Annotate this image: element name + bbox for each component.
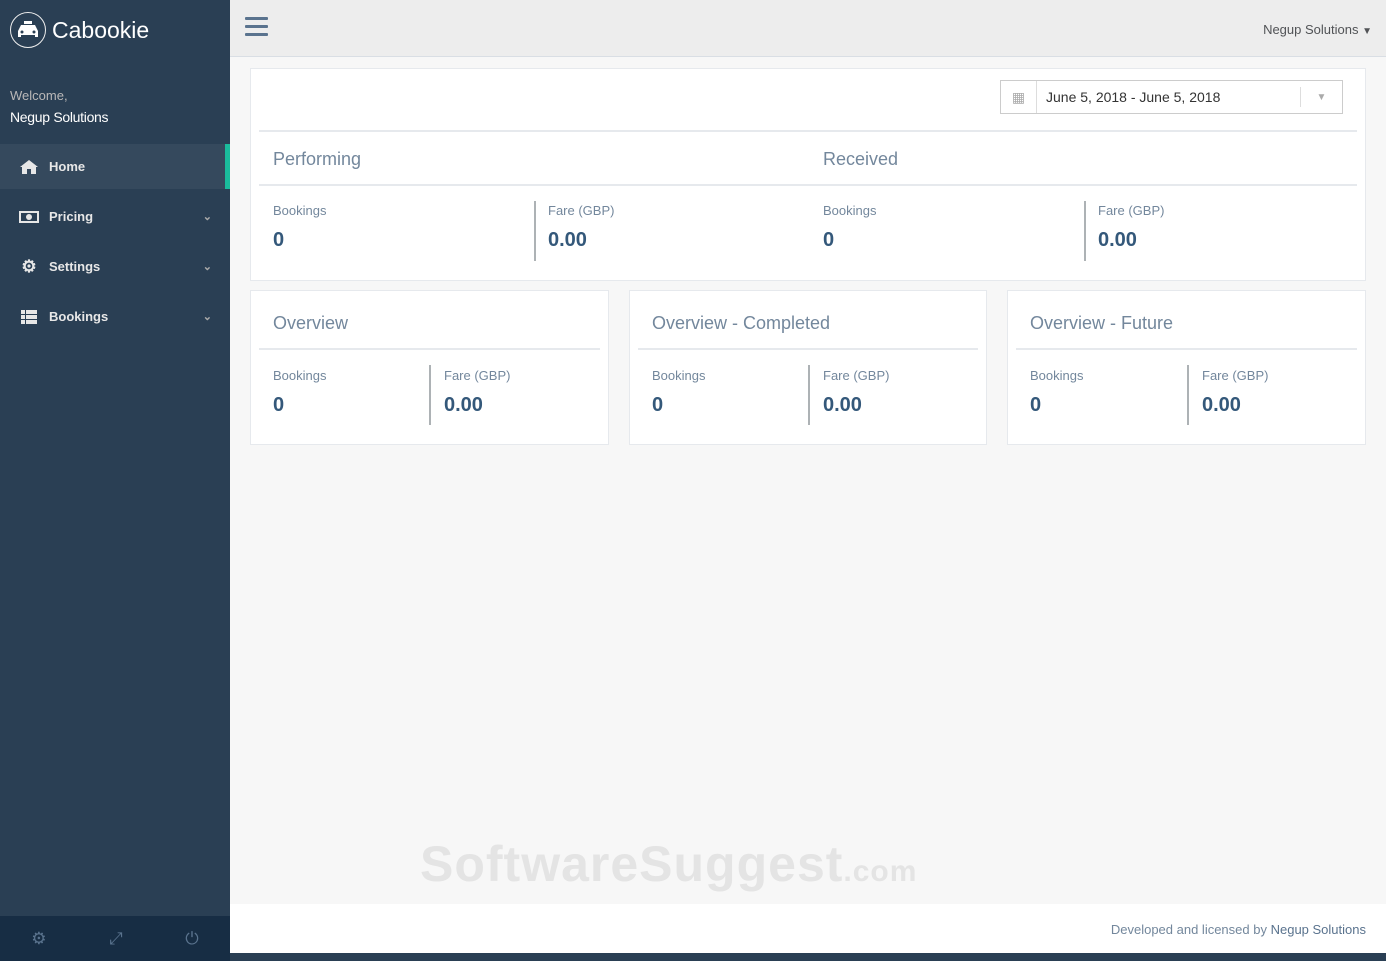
- sidebar-item-bookings[interactable]: Bookings ⌄: [0, 294, 230, 339]
- gear-icon: ⚙: [21, 256, 37, 276]
- home-icon: [19, 159, 39, 174]
- received-fare-value: 0.00: [1098, 229, 1137, 251]
- performing-fare-label: Fare (GBP): [548, 203, 615, 218]
- money-icon: [19, 210, 39, 223]
- bookings-value: 0: [1030, 394, 1042, 416]
- sidebar-item-home[interactable]: Home: [0, 144, 230, 189]
- performing-fare-value: 0.00: [548, 229, 587, 251]
- brand-logo[interactable]: Cabookie: [0, 0, 230, 60]
- user-menu-label: Negup Solutions: [1263, 22, 1359, 37]
- taxi-icon: [10, 12, 46, 48]
- overview-future-card: Overview - Future Bookings 0 Fare (GBP) …: [1007, 290, 1366, 445]
- bookings-label: Bookings: [652, 368, 706, 383]
- brand-name: Cabookie: [52, 16, 150, 43]
- performing-bookings-value: 0: [273, 229, 285, 251]
- bookings-value: 0: [273, 394, 285, 416]
- bookings-label: Bookings: [1030, 368, 1084, 383]
- welcome-label: Welcome,: [10, 88, 68, 103]
- caret-down-icon: ▼: [1300, 87, 1342, 107]
- settings-gear-icon[interactable]: ⚙: [31, 929, 46, 949]
- calendar-icon: ▦: [1001, 81, 1037, 113]
- received-bookings-value: 0: [823, 229, 835, 251]
- user-menu-dropdown[interactable]: Negup Solutions ▼: [1263, 22, 1372, 37]
- sidebar-item-label: Bookings: [49, 309, 109, 324]
- chevron-down-icon: ⌄: [202, 211, 212, 223]
- list-icon: [19, 309, 39, 324]
- bookings-label: Bookings: [273, 368, 327, 383]
- sidebar-item-label: Pricing: [49, 209, 94, 224]
- fare-value: 0.00: [444, 394, 483, 416]
- top-navbar: Negup Solutions ▼: [230, 0, 1386, 57]
- overview-completed-card: Overview - Completed Bookings 0 Fare (GB…: [629, 290, 987, 445]
- power-icon[interactable]: ⏻: [185, 929, 198, 949]
- footer-text: Developed and licensed by: [1110, 922, 1267, 937]
- page-footer: Developed and licensed by Negup Solution…: [230, 904, 1386, 953]
- card-title: Overview - Completed: [652, 313, 831, 333]
- date-range-value: June 5, 2018 - June 5, 2018: [1046, 89, 1221, 105]
- sidebar-item-label: Settings: [49, 259, 101, 274]
- received-fare-label: Fare (GBP): [1098, 203, 1165, 218]
- footer-company: Negup Solutions: [1270, 922, 1366, 937]
- card-title: Overview: [273, 313, 349, 333]
- performing-bookings-label: Bookings: [273, 203, 327, 218]
- received-bookings-label: Bookings: [823, 203, 877, 218]
- performing-title: Performing: [273, 149, 362, 169]
- sidebar-item-settings[interactable]: ⚙ Settings ⌄: [0, 244, 230, 289]
- chevron-down-icon: ▼: [1362, 26, 1372, 37]
- chevron-down-icon: ⌄: [202, 261, 212, 273]
- chevron-down-icon: ⌄: [202, 311, 212, 323]
- summary-panel: ▦ June 5, 2018 - June 5, 2018 ▼ Performi…: [250, 68, 1366, 281]
- fare-label: Fare (GBP): [444, 368, 511, 383]
- sidebar: Cabookie Welcome, Negup Solutions Home P…: [0, 0, 230, 961]
- fare-value: 0.00: [1202, 394, 1241, 416]
- overview-card: Overview Bookings 0 Fare (GBP) 0.00: [250, 290, 609, 445]
- bookings-value: 0: [652, 394, 664, 416]
- fare-label: Fare (GBP): [823, 368, 890, 383]
- sidebar-item-pricing[interactable]: Pricing ⌄: [0, 194, 230, 239]
- fullscreen-icon[interactable]: ⤢: [109, 929, 123, 949]
- user-name: Negup Solutions: [10, 109, 109, 125]
- fare-value: 0.00: [823, 394, 862, 416]
- fare-label: Fare (GBP): [1202, 368, 1269, 383]
- hamburger-menu-icon[interactable]: [245, 17, 268, 41]
- date-range-picker[interactable]: ▦ June 5, 2018 - June 5, 2018 ▼: [1000, 80, 1343, 114]
- received-title: Received: [823, 149, 899, 169]
- sidebar-item-label: Home: [49, 159, 86, 174]
- card-title: Overview - Future: [1030, 313, 1174, 333]
- watermark: SoftwareSuggest.com: [420, 836, 918, 892]
